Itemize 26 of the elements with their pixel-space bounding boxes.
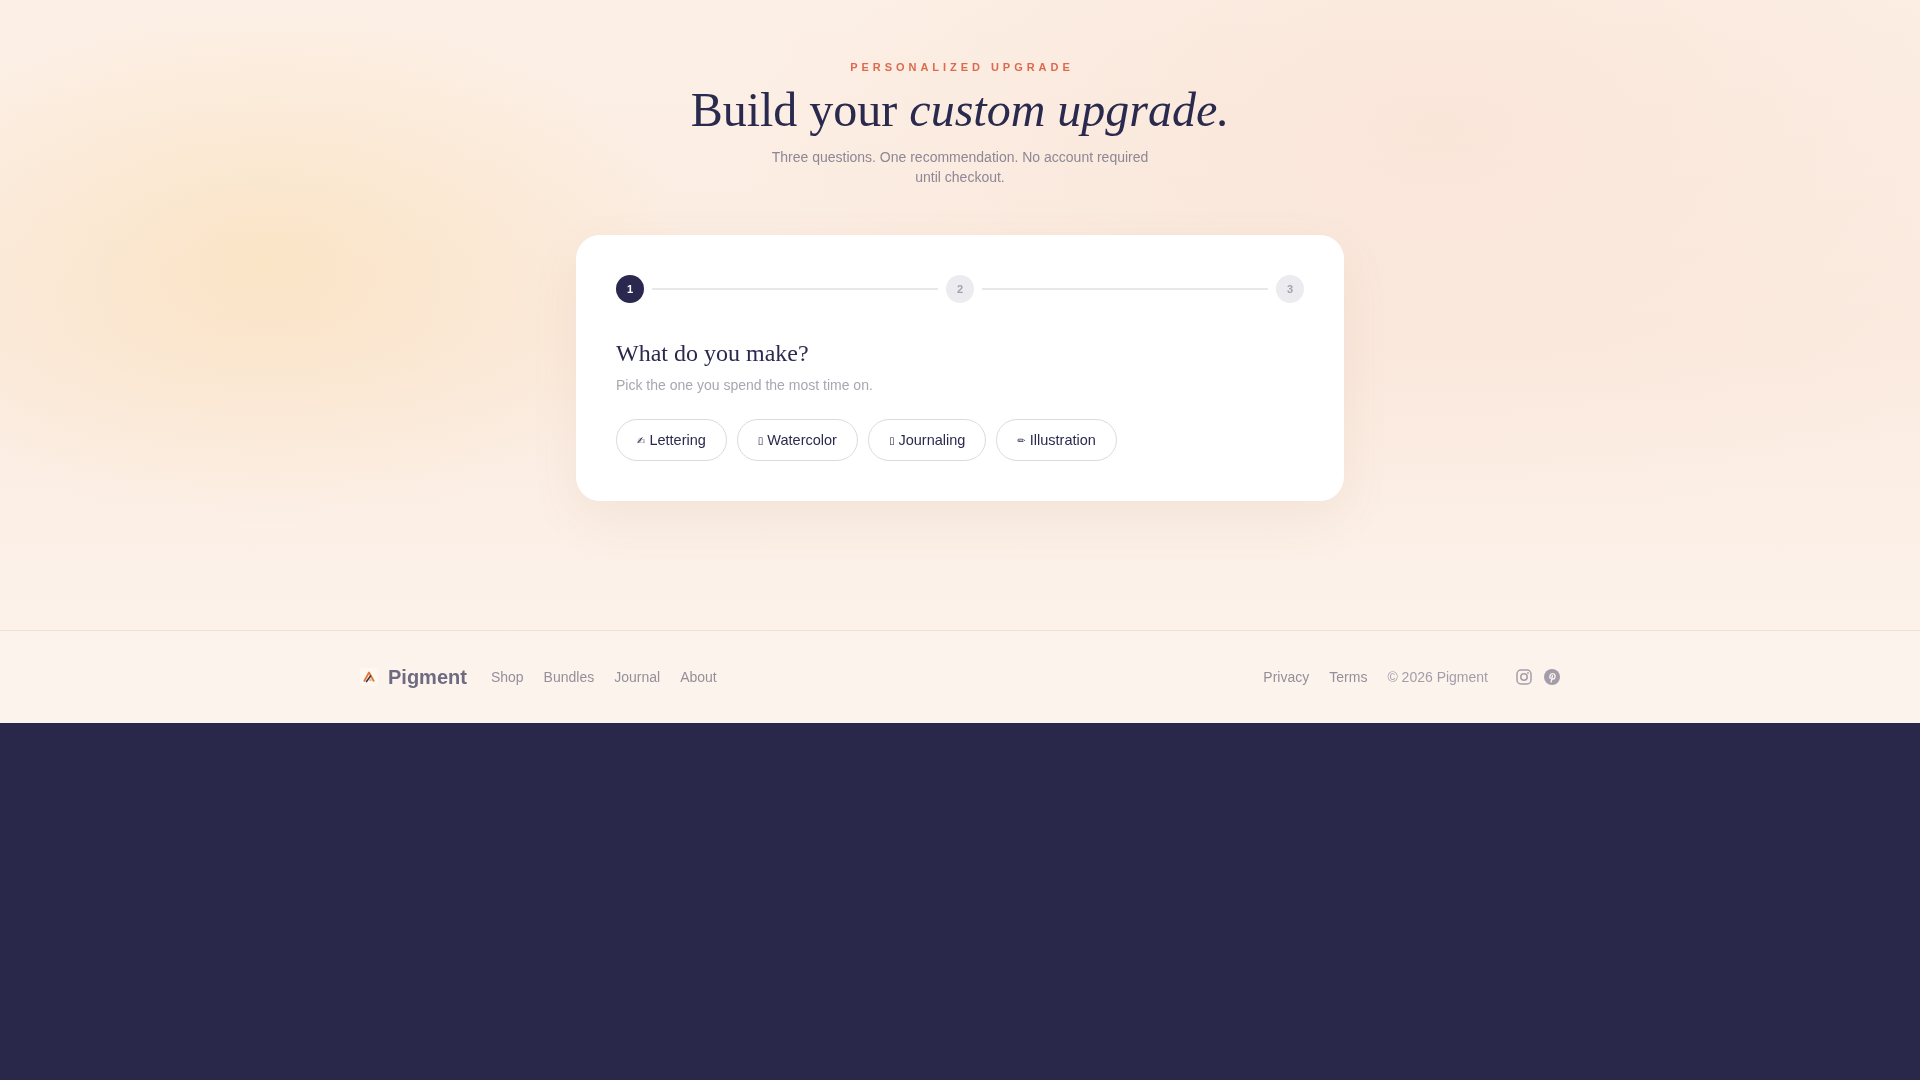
page-subtitle: Three questions. One recommendation. No account required until checkout. <box>770 148 1150 187</box>
brand-name[interactable]: Pigment <box>388 665 467 689</box>
footer-link[interactable]: Terms <box>1329 669 1368 685</box>
footer-link[interactable]: Privacy <box>1263 669 1310 685</box>
question-title: What do you make? <box>616 339 810 368</box>
step-indicator[interactable]: 3 <box>1276 275 1304 303</box>
page-title: Build your custom upgrade. <box>690 83 1230 137</box>
instagram-icon[interactable] <box>1516 669 1532 685</box>
eyebrow-text: PERSONALIZED UPGRADE <box>849 60 1074 74</box>
question-hint: Pick the one you spend the most time on. <box>616 376 874 394</box>
pinterest-icon[interactable] <box>1544 669 1560 685</box>
footer-link[interactable]: Bundles <box>543 669 595 685</box>
step-indicator[interactable]: 2 <box>946 275 974 303</box>
option-button[interactable]: ▯ Journaling <box>867 419 987 461</box>
step-indicator[interactable]: 1 <box>616 275 644 303</box>
option-button[interactable]: ▯ Watercolor <box>736 419 858 461</box>
footer-link[interactable]: Shop <box>490 669 524 685</box>
footer-link[interactable]: Journal <box>614 669 661 685</box>
option-button[interactable]: ✍ Lettering <box>616 419 727 461</box>
footer-link[interactable]: About <box>680 669 717 685</box>
box-icon: ▯ <box>888 434 895 446</box>
copyright-text: © 2026 Pigment <box>1387 669 1488 685</box>
writing-hand-icon: ✍ <box>637 434 646 446</box>
pencil-icon: ✏ <box>1017 434 1026 446</box>
box-icon: ▯ <box>757 434 764 446</box>
option-button[interactable]: ✏ Illustration <box>996 419 1117 461</box>
